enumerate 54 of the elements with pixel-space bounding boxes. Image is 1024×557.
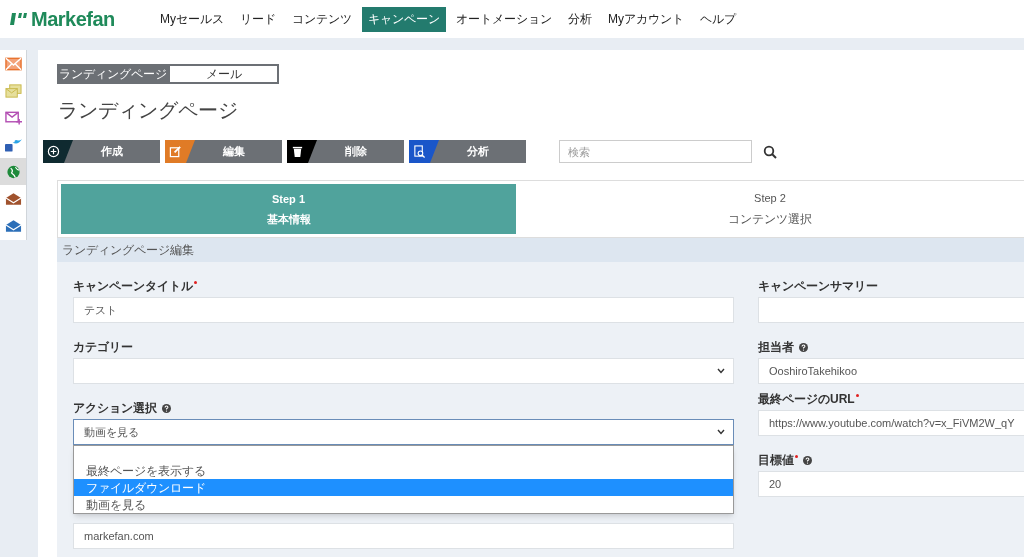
field-label: 目標値 (758, 452, 794, 469)
help-icon[interactable] (799, 342, 808, 352)
logo-text: Markefan (31, 7, 115, 32)
globe-icon (4, 164, 22, 179)
open-envelope-icon (4, 191, 22, 206)
input-field[interactable]: 20 (758, 471, 1024, 497)
nav-item[interactable]: Myアカウント (602, 6, 690, 32)
nav-item[interactable]: 分析 (562, 6, 598, 32)
input-field[interactable] (758, 297, 1024, 323)
social-icon (4, 137, 22, 152)
action-button[interactable]: 編集 (165, 140, 282, 163)
search-field[interactable]: 検索 (559, 140, 752, 163)
envelopes-icon (4, 83, 22, 98)
page-title: ランディングページ (58, 98, 239, 122)
dropdown-option[interactable]: 動画を見る (74, 496, 733, 513)
envelope-plus-icon (4, 110, 22, 125)
dropdown-option[interactable]: 最終ページを表示する (74, 462, 733, 479)
input-field[interactable]: テスト (73, 297, 734, 323)
input-field[interactable]: https://www.youtube.com/watch?v=x_FiVM2W_qY (758, 410, 1024, 436)
field-label: カテゴリー (73, 339, 133, 356)
action-button[interactable]: 分析 (409, 140, 526, 163)
trash-icon (291, 145, 304, 158)
chevron-down-icon (717, 429, 725, 435)
field-label: 担当者 (758, 339, 794, 356)
chevron-down-icon (717, 368, 725, 374)
envelope-icon (4, 56, 22, 71)
document-search-icon (413, 145, 426, 158)
pencil-icon (169, 145, 182, 158)
nav-item[interactable]: コンテンツ (286, 6, 358, 32)
field-label: キャンペーンタイトル (73, 278, 193, 295)
tab[interactable]: ランディングページ (57, 64, 168, 84)
open-envelope-icon (4, 218, 22, 233)
action-button[interactable]: 作成 (43, 140, 160, 163)
tab[interactable]: メール (168, 64, 279, 84)
field-label: アクション選択 (73, 400, 157, 417)
nav-item[interactable]: Myセールス (154, 6, 230, 32)
field-label: 最終ページのURL (758, 391, 855, 408)
nav-item[interactable]: ヘルプ (694, 6, 742, 32)
nav-item[interactable]: リード (234, 6, 282, 32)
sidebar-item[interactable] (0, 158, 26, 185)
input-field[interactable]: markefan.com (73, 523, 734, 549)
nav-item[interactable]: オートメーション (450, 6, 558, 32)
plus-circle-icon (47, 145, 60, 158)
action-button[interactable]: 削除 (287, 140, 404, 163)
logo-icon (10, 12, 28, 26)
field-label: キャンペーンサマリー (758, 278, 878, 295)
select-field[interactable] (73, 358, 734, 384)
nav-item[interactable]: キャンペーン (362, 6, 446, 32)
input-field[interactable]: OoshiroTakehikoo (758, 358, 1024, 384)
select-field[interactable]: 動画を見る (73, 419, 734, 445)
help-icon[interactable] (803, 455, 812, 465)
search-icon[interactable] (763, 144, 777, 159)
section-header: ランディングページ編集 (57, 238, 1024, 262)
help-icon[interactable] (162, 403, 171, 413)
